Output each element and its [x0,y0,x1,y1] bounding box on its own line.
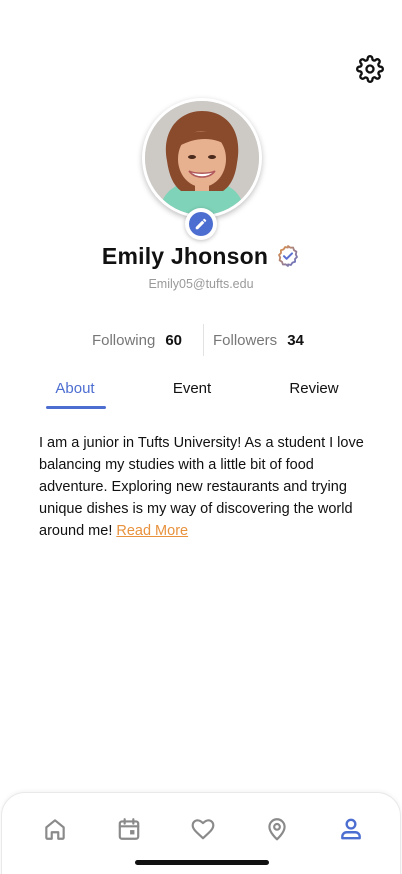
following-stat[interactable]: Following 60 [92,324,182,356]
nav-favorites[interactable] [185,811,221,847]
verified-badge-icon [276,244,300,268]
settings-button[interactable] [354,53,386,85]
home-indicator [135,860,269,865]
profile-email: Emily05@tufts.edu [148,277,254,291]
nav-calendar[interactable] [111,811,147,847]
avatar-container [142,98,262,240]
following-count: 60 [165,331,182,349]
followers-count: 34 [287,331,304,349]
read-more-link[interactable]: Read More [116,523,188,539]
profile-tabs: About Event Review [0,380,402,410]
nav-map[interactable] [259,811,295,847]
active-tab-indicator [46,406,106,409]
profile-name-row: Emily Jhonson [0,240,402,272]
home-icon [45,819,65,840]
followers-label: Followers [213,331,278,349]
tab-review[interactable]: Review [283,380,345,406]
bio-body: I am a junior in Tufts University! As a … [39,435,364,539]
location-pin-icon [268,818,286,841]
bio-text: I am a junior in Tufts University! As a … [39,432,369,542]
stats-divider [203,324,204,356]
tab-about[interactable]: About [44,380,106,406]
following-label: Following [91,331,156,349]
gear-icon [356,55,384,83]
pencil-icon [195,218,207,230]
followers-stat[interactable]: Followers 34 [213,324,304,356]
user-icon [341,818,361,840]
profile-name: Emily Jhonson [101,242,269,269]
nav-profile[interactable] [333,811,369,847]
heart-icon [191,819,215,840]
nav-home[interactable] [37,811,73,847]
edit-avatar-button[interactable] [185,208,217,240]
profile-stats: Following 60 Followers 34 [0,324,402,356]
tab-event[interactable]: Event [162,380,222,406]
avatar[interactable] [142,98,262,218]
calendar-icon [118,818,140,840]
